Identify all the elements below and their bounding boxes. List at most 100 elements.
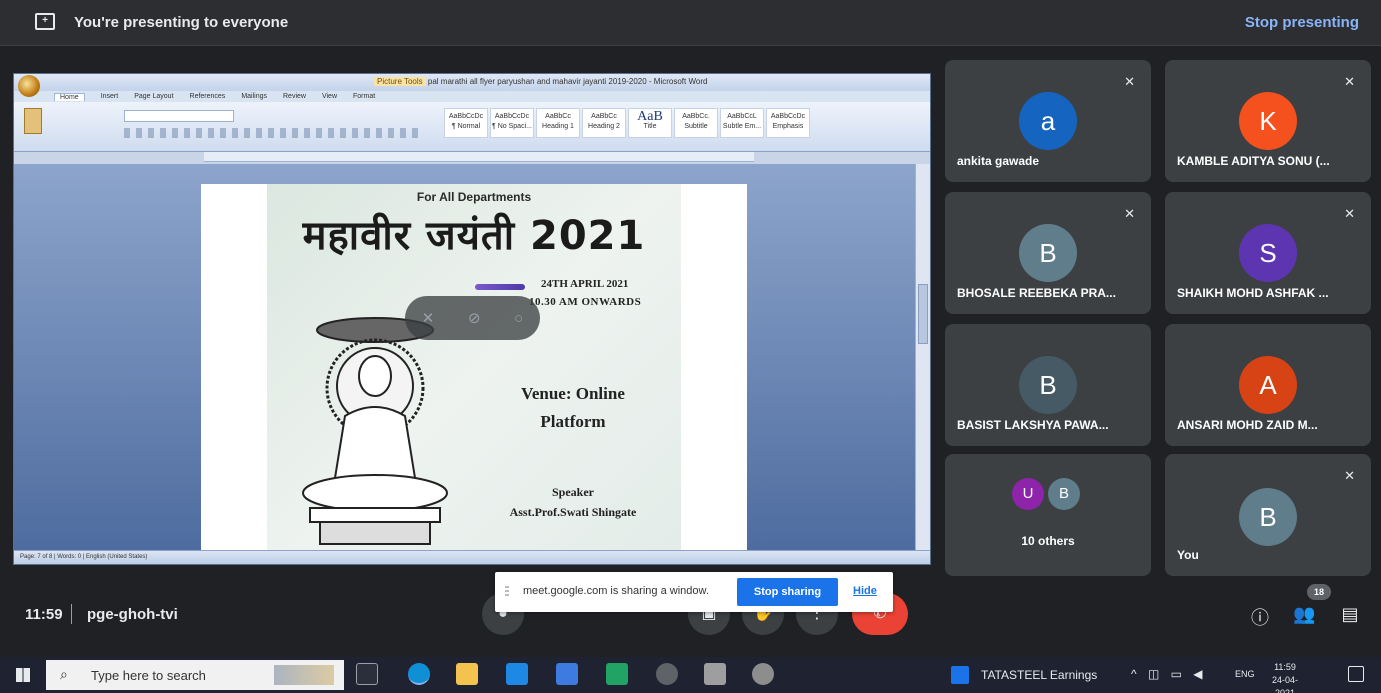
style-name: Heading 1: [542, 123, 574, 130]
others-count: 10 others: [1021, 534, 1075, 548]
clock-date: 24-04-2021: [1271, 675, 1298, 693]
style-emphasis[interactable]: AaBbCcDc Emphasis: [766, 108, 810, 138]
mic-off-icon[interactable]: ✕: [422, 309, 435, 327]
avatar: A: [1239, 356, 1297, 414]
poster-speaker: Speaker Asst.Prof.Swati Shingate: [473, 482, 673, 522]
drag-handle-icon[interactable]: [505, 586, 509, 598]
avatar: a: [1019, 92, 1077, 150]
task-view-icon[interactable]: [356, 663, 378, 685]
meeting-time: 11:59: [25, 606, 63, 623]
word-status-bar: Page: 7 of 8 | Words: 0 | English (Unite…: [14, 550, 930, 564]
camera-off-icon[interactable]: ⊘: [468, 309, 481, 327]
font-selector[interactable]: [124, 110, 234, 122]
news-ticker[interactable]: TATASTEEL Earnings: [981, 668, 1097, 682]
avatar: K: [1239, 92, 1297, 150]
system-tray-icons[interactable]: ^ ◫ ▭ ◀: [1131, 667, 1207, 681]
participant-tile[interactable]: ✕ S SHAIKH MOHD ASHFAK ...: [1165, 192, 1371, 314]
tab-home[interactable]: Home: [54, 92, 85, 101]
tab-insert[interactable]: Insert: [101, 93, 119, 100]
tab-references[interactable]: References: [190, 93, 226, 100]
style-heading-1[interactable]: AaBbCc Heading 1: [536, 108, 580, 138]
avatar: B: [1019, 356, 1077, 414]
paste-icon[interactable]: [24, 108, 42, 134]
chat-icon[interactable]: ▤: [1339, 604, 1361, 625]
participant-tile[interactable]: ✕ B BHOSALE REEBEKA PRA...: [945, 192, 1151, 314]
document-title-text: pal marathi all flyer paryushan and maha…: [427, 77, 708, 86]
style-subtle-emphasis[interactable]: AaBbCcL Subtle Em...: [720, 108, 764, 138]
style-subtitle[interactable]: AaBbCc. Subtitle: [674, 108, 718, 138]
tab-format[interactable]: Format: [353, 93, 375, 100]
word-titlebar: Picture Tools pal marathi all flyer pary…: [14, 74, 930, 97]
style-normal[interactable]: AaBbCcDc ¶ Normal: [444, 108, 488, 138]
word-document-title: Picture Tools pal marathi all flyer pary…: [374, 77, 707, 86]
participant-name: ankita gawade: [957, 154, 1040, 168]
scroll-thumb[interactable]: [918, 284, 928, 344]
hide-button[interactable]: Hide: [853, 585, 877, 597]
divider: [71, 604, 72, 624]
vertical-scrollbar[interactable]: [915, 164, 930, 550]
horizontal-ruler: [204, 152, 754, 162]
style-sample: AaBbCc: [545, 113, 571, 120]
style-title[interactable]: AaB Title: [628, 108, 672, 138]
info-icon[interactable]: ⓘ: [1249, 604, 1271, 630]
language-indicator[interactable]: ENG: [1235, 669, 1255, 679]
picture-tools-label: Picture Tools: [374, 77, 426, 86]
style-name: Title: [643, 123, 657, 130]
mic-off-icon: ✕: [1344, 468, 1355, 483]
sharing-notification: meet.google.com is sharing a window. Sto…: [495, 572, 893, 612]
system-clock[interactable]: 11:59 24-04-2021: [1263, 661, 1307, 693]
stop-sharing-button[interactable]: Stop sharing: [737, 578, 838, 606]
tab-mailings[interactable]: Mailings: [241, 93, 267, 100]
participant-tile[interactable]: A ANSARI MOHD ZAID M...: [1165, 324, 1371, 446]
edge-browser-icon[interactable]: [408, 663, 430, 685]
store-icon[interactable]: [556, 663, 578, 685]
people-icon[interactable]: 👥: [1293, 604, 1315, 625]
style-sample: AaBbCc.: [682, 113, 710, 120]
participant-name: ANSARI MOHD ZAID M...: [1177, 418, 1318, 432]
participant-tile[interactable]: ✕ K KAMBLE ADITYA SONU (...: [1165, 60, 1371, 182]
poster-dept: For All Departments: [416, 190, 532, 204]
poster-venue: Venue: Online Platform: [507, 380, 639, 436]
taskbar-search[interactable]: ⌕ Type here to search: [46, 660, 344, 690]
tab-view[interactable]: View: [322, 93, 337, 100]
search-icon: ⌕: [60, 666, 68, 682]
avatar: B: [1239, 488, 1297, 546]
more-options-icon[interactable]: ○: [514, 310, 523, 327]
settings-gear-icon[interactable]: [656, 663, 678, 685]
poster-image[interactable]: For All Departments महावीर जयंती 2021 24…: [267, 184, 681, 560]
present-screen-icon: +: [35, 13, 55, 30]
others-tile[interactable]: U B 10 others: [945, 454, 1151, 576]
participant-tile[interactable]: ✕ a ankita gawade: [945, 60, 1151, 182]
search-placeholder: Type here to search: [91, 668, 206, 683]
mahavir-figure-image: [302, 317, 448, 545]
ribbon-tabs: Home Insert Page Layout References Maili…: [14, 91, 930, 102]
meeting-code: pge-ghoh-tvi: [87, 606, 178, 623]
tab-page-layout[interactable]: Page Layout: [134, 93, 173, 100]
style-heading-2[interactable]: AaBbCc Heading 2: [582, 108, 626, 138]
venue-line-2: Platform: [540, 412, 606, 431]
avatar: B: [1048, 478, 1080, 510]
file-explorer-icon[interactable]: [456, 663, 478, 685]
speaker-name: Asst.Prof.Swati Shingate: [509, 505, 637, 519]
self-tile[interactable]: ✕ B You: [1165, 454, 1371, 576]
notification-icon[interactable]: [1348, 666, 1364, 682]
office-button-icon[interactable]: [18, 75, 40, 97]
formatting-tools[interactable]: [124, 128, 424, 138]
mail-icon[interactable]: [506, 663, 528, 685]
excel-icon[interactable]: [606, 663, 628, 685]
paint-icon[interactable]: [752, 663, 774, 685]
style-sample: AaBbCcDc: [770, 113, 806, 120]
stop-presenting-button[interactable]: Stop presenting: [1245, 14, 1359, 31]
style-no-spacing[interactable]: AaBbCcDc ¶ No Spaci...: [490, 108, 534, 138]
style-name: Heading 2: [588, 123, 620, 130]
windows-taskbar: ⌕ Type here to search TATASTEEL Earnings…: [0, 657, 1381, 693]
style-sample: AaBbCcDc: [494, 113, 530, 120]
app-icon[interactable]: [704, 663, 726, 685]
tab-review[interactable]: Review: [283, 93, 306, 100]
participant-name: SHAIKH MOHD ASHFAK ...: [1177, 286, 1329, 300]
windows-start-icon[interactable]: [16, 668, 30, 682]
style-sample: AaBbCc: [591, 113, 617, 120]
news-icon[interactable]: [951, 666, 969, 684]
participant-tile[interactable]: B BASIST LAKSHYA PAWA...: [945, 324, 1151, 446]
poster-date: 24TH APRIL 2021: [541, 278, 629, 290]
